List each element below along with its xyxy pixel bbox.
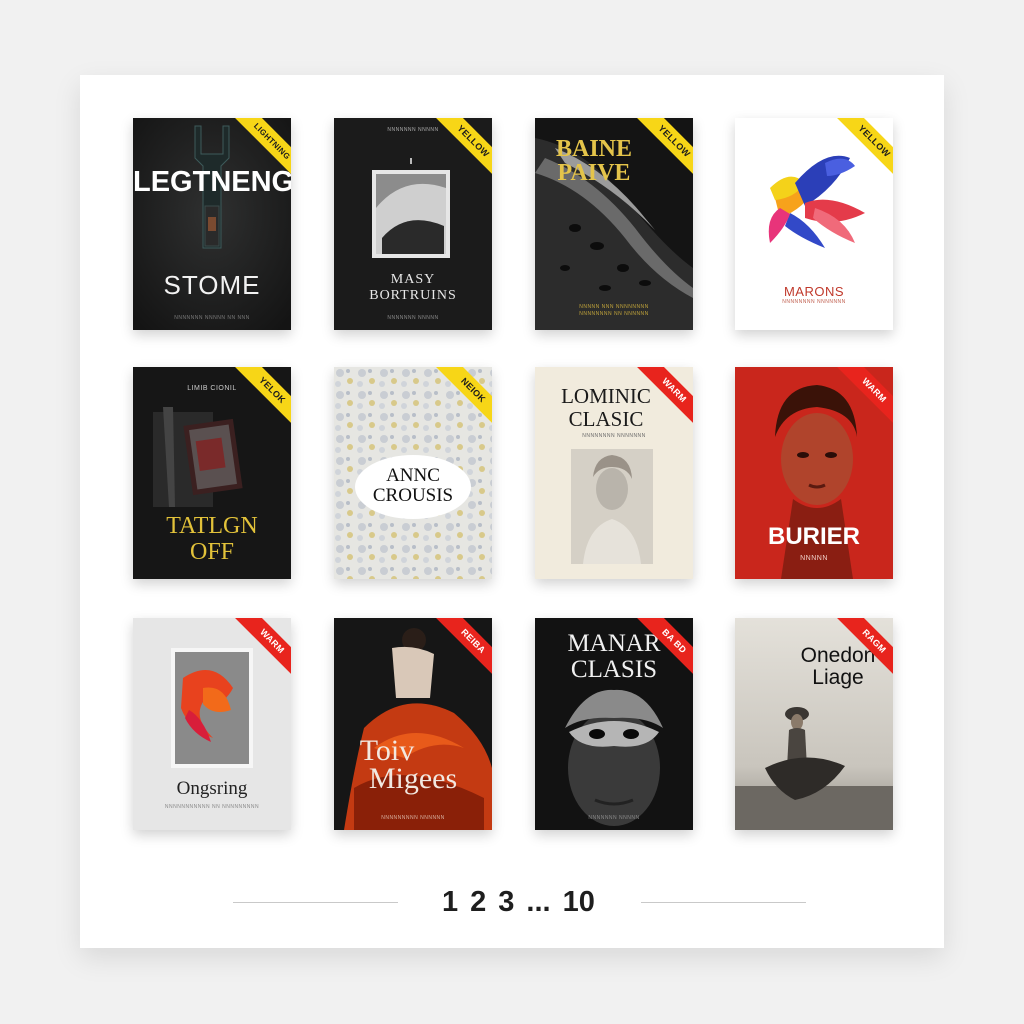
badge-label: REIBA — [434, 618, 492, 676]
badge-ribbon: WARM — [635, 367, 693, 425]
book-card-1[interactable]: LEGTNENG STOME NNNNNNN NNNNN NN NNN LIGH… — [133, 118, 291, 330]
badge-ribbon: YELLOW — [835, 118, 893, 176]
book-title: ANNC — [386, 465, 440, 486]
book-card-7[interactable]: LOMINIC CLASIC NNNNNNNN NNNNNNN WARM — [535, 367, 693, 579]
page-3-link[interactable]: 3 — [498, 886, 514, 919]
badge-ribbon: YELOK — [233, 367, 291, 425]
book-card-11[interactable]: MANAR CLASIS NNNNNNN NNNNN BA BD — [535, 618, 693, 830]
book-grid-panel: LEGTNENG STOME NNNNNNN NNNNN NN NNN LIGH… — [80, 75, 944, 948]
badge-label: RAGM — [835, 618, 893, 676]
page-10-link[interactable]: 10 — [563, 886, 595, 919]
badge-label: WARM — [835, 367, 893, 425]
book-subtitle-line2: NNNNNNNN NN NNNNNN — [579, 311, 649, 317]
badge-ribbon: REIBA — [434, 618, 492, 676]
badge-label: WARM — [635, 367, 693, 425]
badge-ribbon: YELLOW — [635, 118, 693, 176]
book-subtitle: NNNNNNN NNNNN NN NNN — [174, 315, 250, 321]
pagination: 1 2 3 ... 10 — [80, 883, 944, 923]
book-card-10[interactable]: Toiv Migees NNNNNNNNN NNNNNN REIBA — [334, 618, 492, 830]
book-card-4[interactable]: MARONS NNNNNNNN NNNNNNN YELLOW — [735, 118, 893, 330]
badge-ribbon: YELLOW — [434, 118, 492, 176]
pagination-divider-left — [233, 902, 398, 903]
book-subtitle: NNNNN — [800, 555, 828, 562]
page-1-link[interactable]: 1 — [442, 886, 458, 919]
page-2-link[interactable]: 2 — [470, 886, 486, 919]
book-title: Ongsring — [176, 778, 248, 799]
book-card-6[interactable]: ANNC CROUSIS NEIOK — [334, 367, 492, 579]
badge-ribbon: WARM — [835, 367, 893, 425]
badge-label: WARM — [233, 618, 291, 676]
badge-label: YELOK — [233, 367, 291, 425]
book-subtitle: NNNNNNN NNNNN — [588, 815, 640, 821]
book-subtitle: NNNNNNNN NNNNNNN — [782, 299, 846, 305]
book-title-line2: Migees — [368, 762, 458, 795]
badge-ribbon: NEIOK — [434, 367, 492, 425]
book-subtitle: NNNNN NNN NNNNNNNN — [579, 304, 649, 310]
book-title: BURIER — [767, 523, 860, 550]
book-card-2[interactable]: NNNNNNN NNNNN MASY BORTRUINS NNNNNNN NNN… — [334, 118, 492, 330]
book-grid: LEGTNENG STOME NNNNNNN NNNNN NN NNN LIGH… — [80, 75, 944, 948]
badge-ribbon: LIGHTNING — [233, 118, 291, 176]
badge-label: BA BD — [635, 618, 693, 676]
book-title-line2: STOME — [163, 270, 261, 300]
book-card-3[interactable]: BAINE PAIVE NNNNN NNN NNNNNNNN NNNNNNNN … — [535, 118, 693, 330]
book-subtitle: NNNNNNNN NNNNNNN — [582, 433, 646, 439]
book-subtitle: NNNNNNNNN NNNNNN — [381, 815, 445, 821]
book-title-line2: CROUSIS — [372, 485, 454, 506]
book-title: TATLGN — [166, 513, 258, 539]
pagination-pages: 1 2 3 ... 10 — [442, 886, 632, 919]
book-card-9[interactable]: Ongsring NNNNNNNNNNN NN NNNNNNNNN WARM — [133, 618, 291, 830]
book-title-line2: OFF — [189, 539, 235, 565]
badge-label: NEIOK — [434, 367, 492, 425]
pagination-ellipsis: ... — [526, 886, 551, 918]
book-subtitle: NNNNNNNNNNN NN NNNNNNNNN — [164, 804, 260, 810]
badge-ribbon: BA BD — [635, 618, 693, 676]
book-subtitle: NNNNNNN NNNNN — [387, 315, 439, 321]
badge-label: YELLOW — [835, 118, 893, 176]
book-title-line2: BORTRUINS — [369, 288, 457, 303]
book-card-12[interactable]: Onedon Liage RAGM — [735, 618, 893, 830]
pagination-divider-right — [641, 902, 806, 903]
book-title: MASY — [390, 272, 436, 287]
book-title: MARONS — [783, 284, 845, 299]
badge-ribbon: WARM — [233, 618, 291, 676]
badge-label: YELLOW — [635, 118, 693, 176]
badge-ribbon: RAGM — [835, 618, 893, 676]
book-card-5[interactable]: LIMIB CIONIL TATLGN OFF YELOK — [133, 367, 291, 579]
badge-label: YELLOW — [434, 118, 492, 176]
book-card-8[interactable]: BURIER NNNNN WARM — [735, 367, 893, 579]
badge-label: LIGHTNING — [233, 118, 291, 176]
